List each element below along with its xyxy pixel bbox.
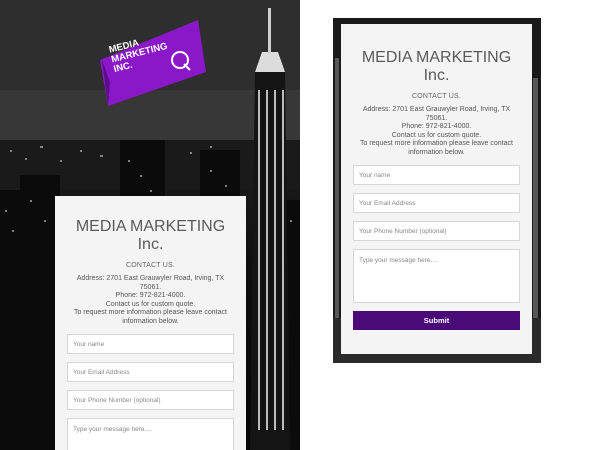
phone-input[interactable]: Your Phone Number (optional) — [67, 390, 234, 410]
contact-heading: CONTACT US. — [126, 262, 175, 269]
contact-info: Address: 2701 East Grauwyler Road, Irvin… — [67, 275, 234, 326]
company-title: MEDIA MARKETING Inc. — [361, 49, 512, 84]
contact-card-desktop: MEDIA MARKETING Inc. CONTACT US. Address… — [341, 24, 532, 354]
name-input[interactable]: Your name — [67, 334, 234, 354]
request-text: To request more information please leave… — [74, 309, 227, 325]
email-input[interactable]: Your Email Address — [67, 362, 234, 382]
contact-card-mobile: MEDIA MARKETING Inc. CONTACT US. Address… — [55, 196, 246, 450]
address-text: Address: 2701 East Grauwyler Road, Irvin… — [362, 106, 511, 122]
message-textarea[interactable]: Type your message here.... — [353, 249, 520, 303]
contact-info: Address: 2701 East Grauwyler Road, Irvin… — [353, 106, 520, 157]
name-input[interactable]: Your name — [353, 165, 520, 185]
submit-button[interactable]: Submit — [353, 311, 520, 330]
request-text: To request more information please leave… — [360, 140, 513, 156]
message-textarea[interactable]: Type your message here.... — [67, 418, 234, 450]
mobile-preview: MEDIA MARKETING INC. MEDIA MARKETING Inc… — [0, 0, 300, 450]
address-text: Address: 2701 East Grauwyler Road, Irvin… — [76, 275, 225, 291]
company-title: MEDIA MARKETING Inc. — [75, 218, 226, 253]
quote-text: Contact us for custom quote. — [391, 131, 482, 139]
phone-input[interactable]: Your Phone Number (optional) — [353, 221, 520, 241]
brand-logo: MEDIA MARKETING INC. — [100, 20, 206, 106]
phone-text: Phone: 972-821-4000. — [115, 292, 186, 299]
email-input[interactable]: Your Email Address — [353, 193, 520, 213]
contact-heading: CONTACT US. — [412, 93, 461, 100]
phone-text: Phone: 972-821-4000. — [401, 123, 472, 130]
quote-text: Contact us for custom quote. — [105, 300, 196, 308]
